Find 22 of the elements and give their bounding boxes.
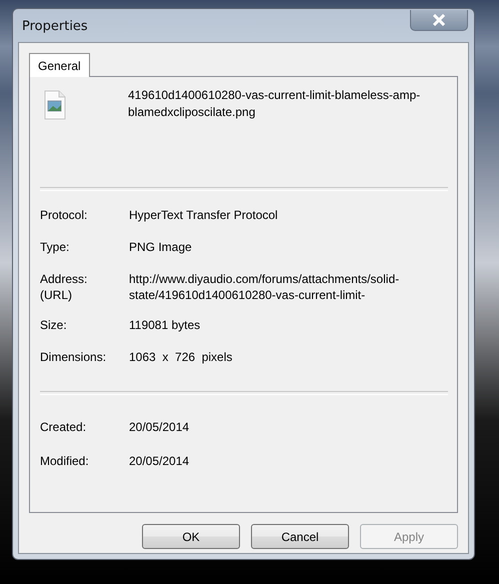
field-label: Address: (URL) xyxy=(40,271,88,304)
field-value: 119081 bytes xyxy=(129,317,202,333)
field-value: 1063 x 726 pixels xyxy=(129,349,234,365)
field-label: Type: xyxy=(40,239,70,255)
field-value: http://www.diyaudio.com/forums/attachments/solid-state/419610d1400610280-vas-current-limit- xyxy=(129,271,400,303)
field-value: HyperText Transfer Protocol xyxy=(129,207,279,223)
close-icon xyxy=(432,14,446,26)
file-name: 419610d1400610280-vas-current-limit-blameless-amp-blamedxcliposcilate.png xyxy=(128,87,422,121)
field-label: Modified: xyxy=(40,453,90,469)
field-value: PNG Image xyxy=(129,239,193,255)
field-value: 20/05/2014 xyxy=(129,453,190,469)
image-file-icon xyxy=(44,90,66,120)
field-label: Protocol: xyxy=(40,207,88,223)
field-label: Size: xyxy=(40,317,68,333)
field-label: Created: xyxy=(40,419,88,435)
window-title: Properties xyxy=(22,19,88,34)
field-value: 20/05/2014 xyxy=(129,419,190,435)
close-button[interactable] xyxy=(410,10,468,31)
field-label: Dimensions: xyxy=(40,349,108,365)
dialog-button[interactable]: OK xyxy=(142,524,240,549)
tab[interactable]: General xyxy=(29,53,90,77)
dialog-button[interactable]: Cancel xyxy=(251,524,349,549)
